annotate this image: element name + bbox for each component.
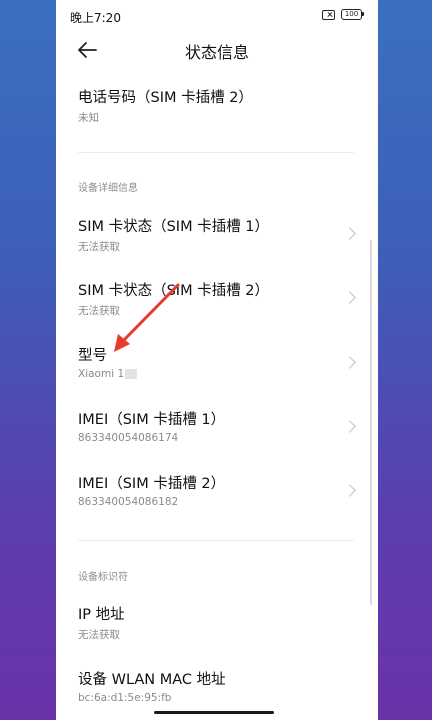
row-title: IP 地址 <box>78 607 125 623</box>
wlan-mac-row[interactable]: 设备 WLAN MAC 地址 bc:6a:d1:5e:95:fb <box>56 668 378 708</box>
row-title: IMEI（SIM 卡插槽 2） <box>78 476 226 492</box>
chevron-right-icon <box>343 484 356 497</box>
row-title: 设备 WLAN MAC 地址 <box>78 672 226 688</box>
model-row[interactable]: 型号 Xiaomi 1 <box>56 344 378 384</box>
imei-slot1-row[interactable]: IMEI（SIM 卡插槽 1） 863340054086174 <box>56 408 378 448</box>
divider <box>78 152 354 153</box>
chevron-right-icon <box>343 291 356 304</box>
chevron-right-icon <box>343 227 356 240</box>
row-subtitle: 863340054086182 <box>78 496 179 508</box>
row-title: IMEI（SIM 卡插槽 1） <box>78 412 226 428</box>
sim-status-slot2-row[interactable]: SIM 卡状态（SIM 卡插槽 2） 无法获取 <box>56 279 378 319</box>
chevron-right-icon <box>343 420 356 433</box>
row-subtitle: 863340054086174 <box>78 432 179 444</box>
model-value: Xiaomi 1 <box>78 368 125 380</box>
home-indicator[interactable] <box>154 711 274 714</box>
row-title: 型号 <box>78 348 107 364</box>
chevron-right-icon <box>343 356 356 369</box>
imei-slot2-row[interactable]: IMEI（SIM 卡插槽 2） 863340054086182 <box>56 472 378 512</box>
row-subtitle-wrap: Xiaomi 1 <box>78 368 138 380</box>
redacted-block <box>125 369 138 379</box>
row-subtitle: 无法获取 <box>78 629 120 641</box>
settings-list: 电话号码（SIM 卡插槽 2） 未知 设备详细信息 SIM 卡状态（SIM 卡插… <box>56 0 378 720</box>
row-subtitle: 无法获取 <box>78 305 120 317</box>
scrollbar[interactable] <box>370 240 372 605</box>
divider <box>78 540 354 541</box>
section-label-device-identifiers: 设备标识符 <box>78 572 128 583</box>
section-label-device-details: 设备详细信息 <box>78 183 138 194</box>
row-title: 电话号码（SIM 卡插槽 2） <box>78 90 253 106</box>
row-title: SIM 卡状态（SIM 卡插槽 1） <box>78 219 270 235</box>
row-subtitle: 无法获取 <box>78 241 120 253</box>
row-title: SIM 卡状态（SIM 卡插槽 2） <box>78 283 270 299</box>
row-subtitle: 未知 <box>78 112 99 124</box>
phone-screen: 晚上7:20 100 状态信息 电话号码（SIM 卡插槽 2） 未知 设备详细信… <box>56 0 378 720</box>
ip-address-row[interactable]: IP 地址 无法获取 <box>56 603 378 643</box>
phone-number-row[interactable]: 电话号码（SIM 卡插槽 2） 未知 <box>56 86 378 126</box>
row-subtitle: bc:6a:d1:5e:95:fb <box>78 692 172 704</box>
sim-status-slot1-row[interactable]: SIM 卡状态（SIM 卡插槽 1） 无法获取 <box>56 215 378 255</box>
